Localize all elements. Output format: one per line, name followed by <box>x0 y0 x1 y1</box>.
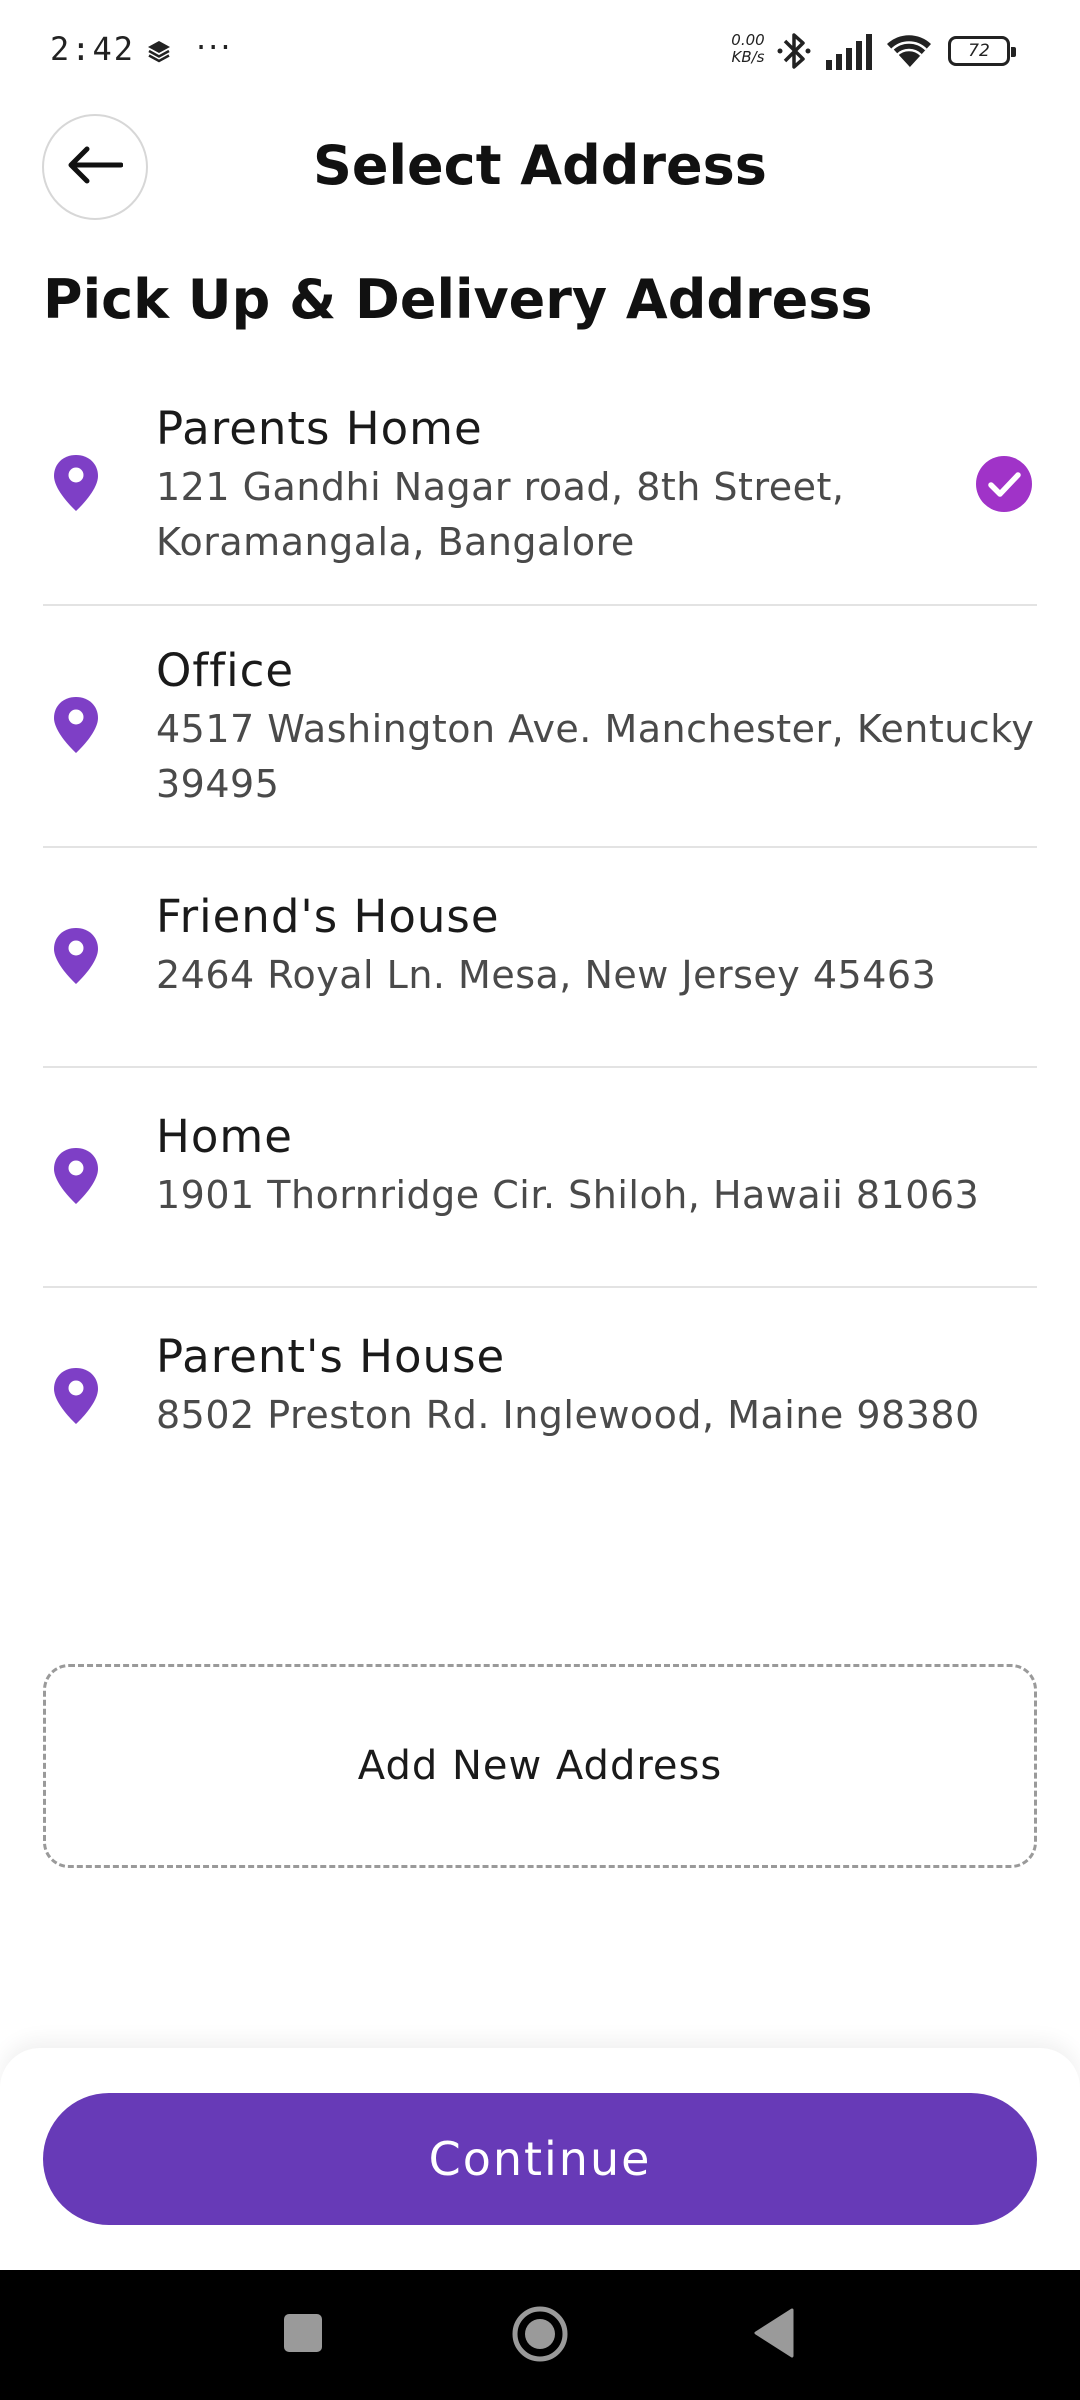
nav-back-icon[interactable] <box>752 2308 794 2362</box>
home-icon[interactable] <box>511 2305 569 2367</box>
address-label: Parent's House <box>156 1330 506 1383</box>
address-label: Parents Home <box>156 402 483 455</box>
check-circle-icon <box>975 455 1033 517</box>
address-item[interactable]: Parent's House 8502 Preston Rd. Inglewoo… <box>43 1286 1037 1486</box>
address-label: Friend's House <box>156 890 500 943</box>
status-time: 2:42 <box>50 30 136 68</box>
wifi-icon <box>886 32 932 74</box>
address-label: Office <box>156 644 295 697</box>
address-text: 2464 Royal Ln. Mesa, New Jersey 45463 <box>156 953 937 997</box>
location-pin-icon <box>51 695 101 759</box>
network-speed-value: 0.00 <box>731 31 765 49</box>
recent-apps-icon[interactable] <box>284 2314 322 2352</box>
location-pin-icon <box>51 1366 101 1430</box>
signal-icon <box>826 34 876 74</box>
system-nav-bar <box>0 2270 1080 2400</box>
battery-level: 72 <box>968 41 990 61</box>
address-text: 8502 Preston Rd. Inglewood, Maine 98380 <box>156 1393 980 1437</box>
layers-icon <box>146 38 172 68</box>
location-pin-icon <box>51 1146 101 1210</box>
page-title: Select Address <box>313 134 767 197</box>
bluetooth-icon <box>776 30 812 76</box>
section-title: Pick Up & Delivery Address <box>43 268 873 331</box>
status-bar: 2:42 ··· 0.00 KB/s 72 <box>0 0 1080 104</box>
add-new-address-button[interactable]: Add New Address <box>43 1664 1037 1868</box>
address-item[interactable]: Home 1901 Thornridge Cir. Shiloh, Hawaii… <box>43 1066 1037 1288</box>
address-label: Home <box>156 1110 293 1163</box>
address-item[interactable]: Friend's House 2464 Royal Ln. Mesa, New … <box>43 846 1037 1068</box>
address-text: 1901 Thornridge Cir. Shiloh, Hawaii 8106… <box>156 1173 980 1217</box>
location-pin-icon <box>51 926 101 990</box>
more-notifications-icon: ··· <box>196 28 233 66</box>
address-item[interactable]: Parents Home 121 Gandhi Nagar road, 8th … <box>43 392 1037 606</box>
address-text: 121 Gandhi Nagar road, 8th Street, Koram… <box>156 465 845 564</box>
continue-button[interactable]: Continue <box>43 2093 1037 2225</box>
address-text: 4517 Washington Ave. Manchester, Kentuck… <box>156 707 1035 806</box>
network-speed: 0.00 KB/s <box>722 32 774 66</box>
battery-icon: 72 <box>948 36 1016 66</box>
location-pin-icon <box>51 453 101 517</box>
address-item[interactable]: Office 4517 Washington Ave. Manchester, … <box>43 604 1037 848</box>
network-speed-unit: KB/s <box>731 48 765 66</box>
